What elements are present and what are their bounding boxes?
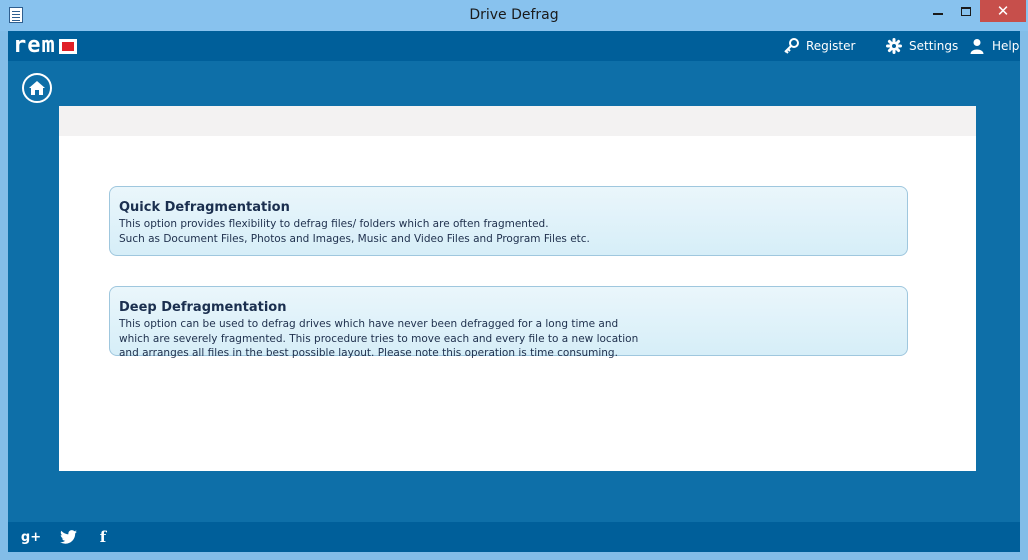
user-icon (970, 39, 984, 54)
window-title: Drive Defrag (469, 7, 559, 23)
gear-icon (886, 38, 902, 54)
settings-label: Settings (909, 39, 959, 53)
window-titlebar: Drive Defrag ✕ (0, 0, 1028, 31)
minimize-icon (933, 13, 943, 15)
home-button[interactable] (22, 73, 52, 103)
option-title: Quick Defragmentation (119, 200, 290, 215)
register-label: Register (806, 39, 856, 53)
key-icon (784, 38, 799, 54)
panel-header-strip (59, 106, 976, 136)
option-description-line: which are severely fragmented. This proc… (119, 332, 639, 345)
app-header: rem Register Settings Help (8, 31, 1020, 61)
minimize-button[interactable] (924, 0, 952, 22)
deep-defragmentation-option[interactable]: Deep Defragmentation This option can be … (109, 286, 908, 359)
twitter-icon[interactable] (58, 528, 78, 546)
settings-button[interactable]: Settings (886, 36, 958, 56)
help-button[interactable]: Help (969, 36, 1019, 56)
option-description-line: This option can be used to defrag drives… (119, 318, 619, 330)
option-description-line: This option provides flexibility to defr… (119, 218, 549, 230)
option-description-line: and arranges all files in the best possi… (119, 347, 618, 359)
option-title: Deep Defragmentation (119, 300, 287, 315)
facebook-icon[interactable]: f (93, 528, 113, 546)
close-icon: ✕ (996, 2, 1010, 20)
quick-defragmentation-option[interactable]: Quick Defragmentation This option provid… (109, 186, 908, 256)
close-button[interactable]: ✕ (980, 0, 1026, 22)
remo-logo: rem (13, 35, 77, 57)
home-icon (29, 81, 45, 95)
google-plus-icon[interactable]: g+ (21, 528, 41, 546)
main-panel: Quick Defragmentation This option provid… (59, 106, 976, 471)
maximize-icon (961, 6, 971, 16)
twitter-bird-icon (59, 530, 77, 544)
help-label: Help (992, 39, 1020, 53)
app-frame: rem Register Settings Help Quick Defragm… (8, 31, 1020, 552)
logo-square-icon (58, 38, 77, 54)
maximize-button[interactable] (952, 0, 980, 22)
option-description-line: Such as Document Files, Photos and Image… (119, 232, 590, 245)
app-footer: g+ f (8, 522, 1020, 552)
register-button[interactable]: Register (783, 36, 855, 56)
logo-text: rem (13, 33, 56, 58)
